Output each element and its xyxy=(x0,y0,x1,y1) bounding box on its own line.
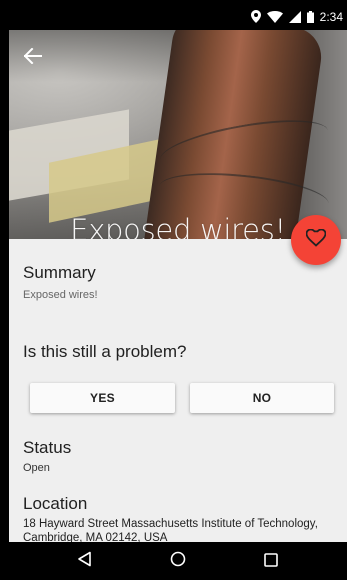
app-screen: 2:34 Exposed wires! Summary Exposed wire… xyxy=(9,0,347,580)
location-heading: Location xyxy=(23,494,88,513)
cell-signal-icon xyxy=(288,8,301,27)
summary-heading: Summary xyxy=(23,263,96,282)
nav-home-button[interactable] xyxy=(166,549,190,573)
home-circle-icon xyxy=(170,551,186,571)
yes-button[interactable]: YES xyxy=(30,383,175,413)
no-button[interactable]: NO xyxy=(190,383,334,413)
navigation-bar xyxy=(9,542,347,580)
recents-square-icon xyxy=(263,552,278,571)
nav-recents-button[interactable] xyxy=(259,549,283,573)
arrow-left-icon xyxy=(23,47,42,68)
status-bar: 2:34 xyxy=(9,0,347,30)
nav-back-button[interactable] xyxy=(73,549,97,573)
location-pin-icon xyxy=(250,8,261,27)
problem-question: Is this still a problem? xyxy=(23,342,187,361)
status-heading: Status xyxy=(23,438,72,457)
back-button[interactable] xyxy=(21,46,45,70)
heart-outline-icon xyxy=(305,228,327,251)
wifi-icon xyxy=(266,8,283,27)
favorite-button[interactable] xyxy=(291,215,341,265)
status-value: Open xyxy=(23,462,50,474)
hero-image: Exposed wires! xyxy=(9,30,347,239)
summary-text: Exposed wires! xyxy=(23,289,98,301)
location-address: 18 Hayward Street Massachusetts Institut… xyxy=(23,518,318,544)
battery-icon xyxy=(306,8,314,27)
status-icons: 2:34 xyxy=(250,8,343,27)
back-triangle-icon xyxy=(77,551,93,571)
status-time: 2:34 xyxy=(319,10,343,24)
